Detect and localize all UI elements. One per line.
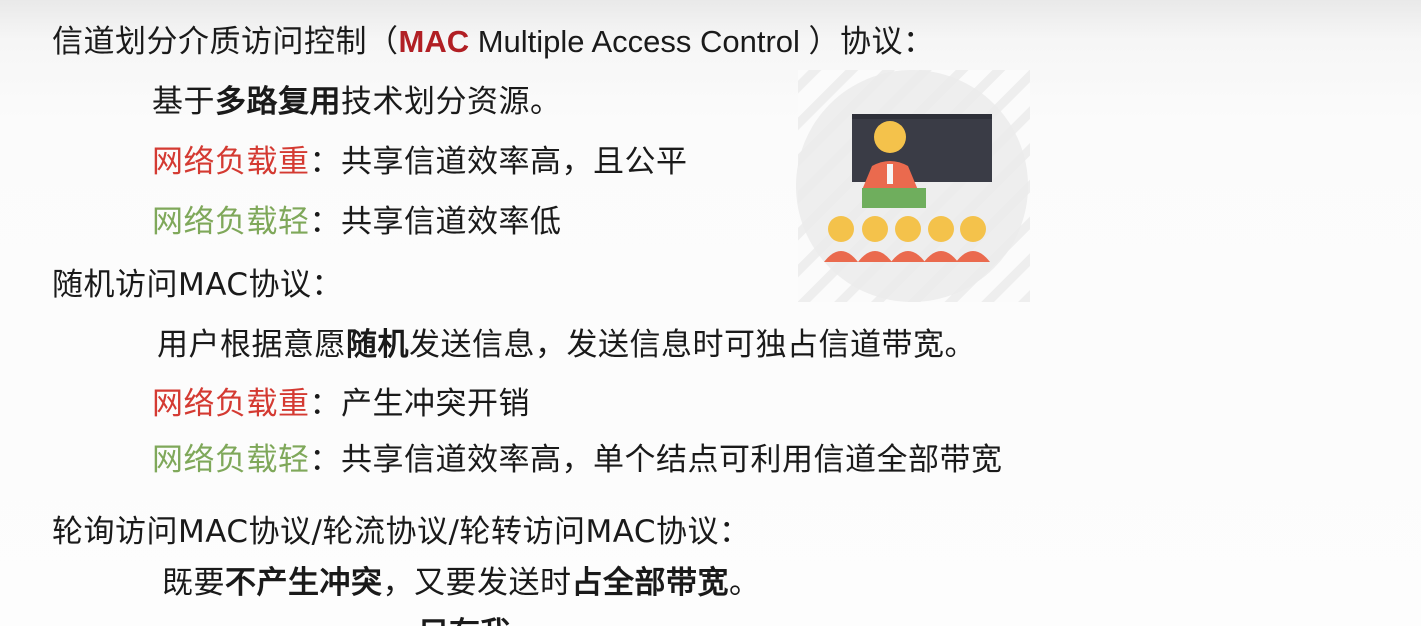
random-access-desc-post: 发送信息，发送信息时可独占信道带宽。: [409, 327, 976, 363]
polling-access-desc-mid: ，又要发送时: [382, 565, 572, 601]
random-access-desc-pre: 用户根据意愿: [157, 327, 346, 363]
light-load-text: ：共享信道效率高，单个结点可利用信道全部带宽: [309, 442, 1003, 478]
channel-partition-desc: 基于多路复用技术划分资源。: [152, 82, 562, 122]
mac-fullname: Multiple Access Control: [469, 24, 809, 59]
cut-off-bottom-text-inner: 只有我: [418, 614, 688, 626]
random-access-light-load: 网络负载轻：共享信道效率高，单个结点可利用信道全部带宽: [152, 440, 1003, 480]
polling-access-desc-pre: 既要: [162, 565, 225, 601]
random-access-heavy-load: 网络负载重：产生冲突开销: [152, 384, 530, 424]
channel-partition-desc-post: 技术划分资源。: [341, 84, 562, 120]
random-access-desc-bold: 随机: [346, 327, 409, 363]
light-load-label: 网络负载轻: [152, 204, 310, 240]
light-load-label: 网络负载轻: [152, 442, 310, 478]
cut-off-bottom-text: 只有我: [418, 612, 688, 626]
heading-channel-partition-post: ）协议：: [808, 24, 935, 60]
heading-channel-partition: 信道划分介质访问控制（MAC Multiple Access Control ）…: [52, 22, 935, 62]
polling-access-desc-post: 。: [729, 565, 761, 601]
channel-partition-light-load: 网络负载轻：共享信道效率低: [152, 202, 562, 242]
heading-polling-access: 轮询访问MAC协议/轮流协议/轮转访问MAC协议：: [52, 514, 751, 550]
heavy-load-text: ：产生冲突开销: [309, 386, 530, 422]
heavy-load-label: 网络负载重: [152, 386, 310, 422]
channel-partition-heavy-load: 网络负载重：共享信道效率高，且公平: [152, 142, 688, 182]
heading-channel-partition-pre: 信道划分介质访问控制（: [52, 24, 399, 60]
channel-partition-desc-bold: 多路复用: [215, 84, 341, 120]
mac-acronym: MAC: [398, 24, 470, 59]
heading-random-access: 随机访问MAC协议：: [52, 267, 344, 303]
heavy-load-label: 网络负载重: [152, 144, 310, 180]
polling-access-desc-bold2: 占全部带宽: [571, 565, 729, 601]
light-load-text: ：共享信道效率低: [309, 204, 562, 240]
channel-partition-desc-pre: 基于: [152, 84, 215, 120]
random-access-desc: 用户根据意愿随机发送信息，发送信息时可独占信道带宽。: [157, 325, 976, 365]
classroom-presentation-icon: [780, 62, 1040, 312]
heavy-load-text: ：共享信道效率高，且公平: [309, 144, 688, 180]
polling-access-desc: 既要不产生冲突，又要发送时占全部带宽。: [162, 563, 761, 603]
polling-access-desc-bold1: 不产生冲突: [225, 565, 383, 601]
